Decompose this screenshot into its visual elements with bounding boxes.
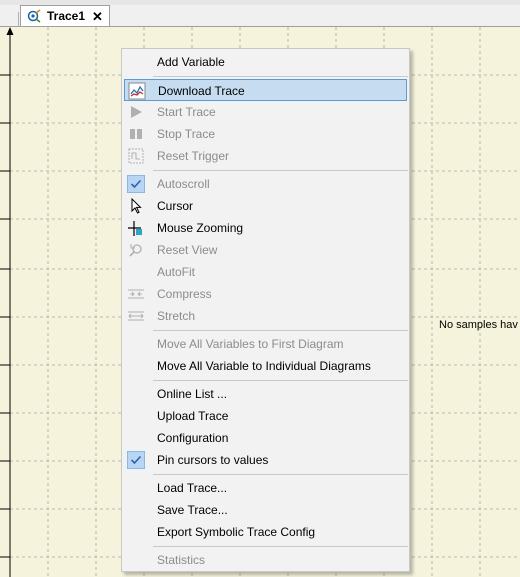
menu-separator	[153, 474, 408, 475]
menu-item-label: Reset Trigger	[157, 149, 230, 163]
menu-item-configuration[interactable]: Configuration	[124, 427, 407, 449]
menu-item-load-trace[interactable]: Load Trace...	[124, 477, 407, 499]
check-icon	[127, 451, 145, 469]
reset-view-icon	[127, 241, 145, 259]
menu-item-label: Move All Variables to First Diagram	[157, 337, 344, 351]
menu-separator	[153, 76, 408, 77]
context-menu: Add Variable Download Trace Start Trace Sto…	[121, 48, 410, 572]
menu-item-save-trace[interactable]: Save Trace...	[124, 499, 407, 521]
stop-icon	[127, 125, 145, 143]
menu-item-label: Load Trace...	[157, 481, 228, 495]
stretch-icon	[127, 307, 145, 325]
menu-item-start-trace[interactable]: Start Trace	[124, 101, 407, 123]
menu-item-statistics[interactable]: Statistics	[124, 549, 407, 571]
menu-item-label: Reset View	[157, 243, 218, 257]
tab-title: Trace1	[47, 9, 86, 23]
menu-item-mouse-zooming[interactable]: Mouse Zooming	[124, 217, 407, 239]
no-samples-message: No samples hav	[439, 319, 518, 331]
menu-item-label: Save Trace...	[157, 503, 228, 517]
mouse-zoom-icon	[127, 219, 145, 237]
y-axis-arrow-icon	[6, 27, 14, 35]
menu-item-label: Add Variable	[157, 55, 225, 69]
menu-item-label: Download Trace	[158, 84, 245, 98]
menu-item-label: Configuration	[157, 431, 229, 445]
reset-trigger-icon	[127, 147, 145, 165]
menu-item-label: Move All Variable to Individual Diagrams	[157, 359, 371, 373]
menu-item-label: Online List ...	[157, 387, 228, 401]
menu-item-autoscroll[interactable]: Autoscroll	[124, 173, 407, 195]
menu-item-pin-cursors-to-values[interactable]: Pin cursors to values	[124, 449, 407, 471]
tab-trace1[interactable]: Trace1 ✕	[20, 5, 110, 26]
play-icon	[127, 103, 145, 121]
menu-item-cursor[interactable]: Cursor	[124, 195, 407, 217]
menu-separator	[153, 546, 408, 547]
menu-item-reset-view[interactable]: Reset View	[124, 239, 407, 261]
menu-item-upload-trace[interactable]: Upload Trace	[124, 405, 407, 427]
menu-item-label: Pin cursors to values	[157, 453, 269, 467]
menu-item-label: Upload Trace	[157, 409, 229, 423]
menu-item-label: Cursor	[157, 199, 194, 213]
menu-item-label: Compress	[157, 287, 212, 301]
menu-item-download-trace[interactable]: Download Trace	[124, 79, 407, 101]
tab-strip-left-edge	[0, 12, 19, 26]
menu-separator	[153, 170, 408, 171]
cursor-icon	[127, 197, 145, 215]
menu-separator	[153, 380, 408, 381]
menu-item-label: Export Symbolic Trace Config	[157, 525, 316, 539]
menu-item-label: Mouse Zooming	[157, 221, 244, 235]
menu-item-label: Statistics	[157, 553, 206, 567]
tab-strip: Trace1 ✕	[0, 0, 520, 27]
menu-item-stop-trace[interactable]: Stop Trace	[124, 123, 407, 145]
menu-item-stretch[interactable]: Stretch	[124, 305, 407, 327]
download-trace-icon	[128, 82, 146, 100]
compress-icon	[127, 285, 145, 303]
menu-item-label: AutoFit	[157, 265, 196, 279]
trace-icon	[27, 9, 41, 23]
menu-item-autofit[interactable]: AutoFit	[124, 261, 407, 283]
menu-item-move-all-variables-to-first-diagram[interactable]: Move All Variables to First Diagram	[124, 333, 407, 355]
menu-item-label: Start Trace	[157, 105, 216, 119]
menu-item-move-all-variable-to-individual-diagrams[interactable]: Move All Variable to Individual Diagrams	[124, 355, 407, 377]
menu-item-export-symbolic-trace-config[interactable]: Export Symbolic Trace Config	[124, 521, 407, 543]
check-icon	[127, 175, 145, 193]
menu-item-compress[interactable]: Compress	[124, 283, 407, 305]
menu-item-reset-trigger[interactable]: Reset Trigger	[124, 145, 407, 167]
menu-separator	[153, 330, 408, 331]
menu-item-online-list[interactable]: Online List ...	[124, 383, 407, 405]
menu-item-label: Autoscroll	[157, 177, 210, 191]
menu-item-add-variable[interactable]: Add Variable	[124, 51, 407, 73]
close-icon[interactable]: ✕	[92, 10, 103, 23]
menu-item-label: Stretch	[157, 309, 196, 323]
menu-item-label: Stop Trace	[157, 127, 216, 141]
